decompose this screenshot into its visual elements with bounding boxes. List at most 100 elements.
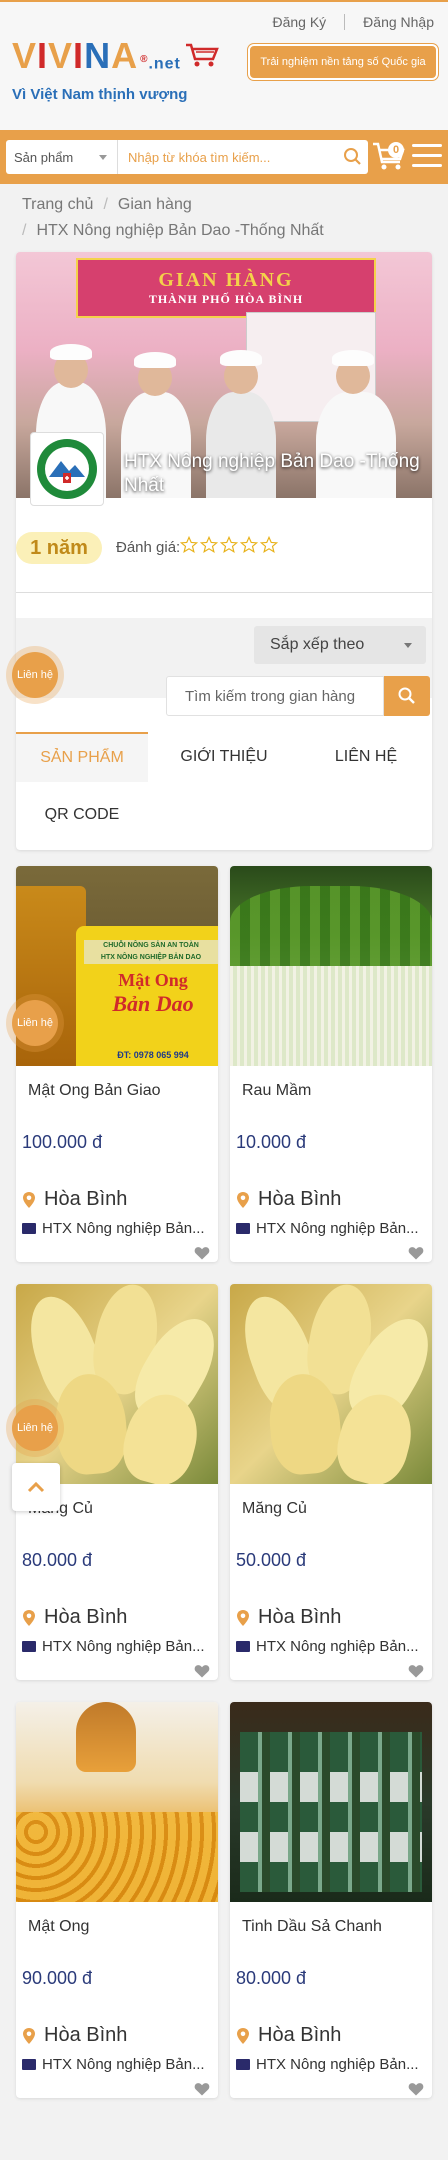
- tab-qr-code[interactable]: QR CODE: [16, 790, 148, 840]
- product-shop[interactable]: HTX Nông nghiệp Bản...: [22, 1220, 205, 1237]
- search-bar: Sản phẩm Nhập từ khóa tìm kiếm... 0: [0, 130, 448, 184]
- heart-icon[interactable]: [408, 1664, 424, 1678]
- product-name[interactable]: Mật Ong Bản Giao: [28, 1082, 161, 1100]
- product-shop[interactable]: HTX Nông nghiệp Bản...: [236, 1638, 419, 1655]
- scroll-to-top-button[interactable]: [12, 1463, 60, 1511]
- floating-contact-button[interactable]: Liên hệ: [12, 1405, 58, 1451]
- product-price: 90.000 đ: [22, 1968, 93, 1988]
- tab-about[interactable]: GIỚI THIỆU: [158, 732, 290, 782]
- star-icon: [200, 536, 218, 553]
- search-icon: [398, 687, 415, 704]
- search-box: Sản phẩm Nhập từ khóa tìm kiếm...: [6, 140, 368, 174]
- product-price: 80.000 đ: [22, 1550, 93, 1570]
- auth-divider: [344, 14, 346, 30]
- heart-icon[interactable]: [408, 1246, 424, 1260]
- national-platform-button[interactable]: Trải nghiệm nền tảng số Quốc gia: [248, 44, 438, 80]
- store-icon: [236, 1641, 250, 1652]
- product-card[interactable]: Tinh Dầu Sả Chanh 80.000 đ Hòa Bình HTX …: [230, 1702, 432, 2098]
- sort-select[interactable]: Sắp xếp theo: [254, 626, 426, 664]
- product-location: Hòa Bình: [236, 2024, 341, 2047]
- breadcrumb-current: HTX Nông nghiệp Bản Dao -Thống Nhất: [36, 222, 324, 239]
- product-price: 100.000 đ: [22, 1132, 103, 1152]
- login-link[interactable]: Đăng Nhập: [359, 14, 438, 30]
- product-location: Hòa Bình: [22, 2024, 127, 2047]
- heart-icon[interactable]: [194, 2082, 210, 2096]
- product-name[interactable]: Rau Mầm: [242, 1082, 311, 1100]
- map-pin-icon: [237, 1191, 249, 1208]
- map-pin-icon: [23, 2027, 35, 2044]
- logo-net: ®.net: [140, 53, 181, 72]
- banner-sign: GIAN HÀNG THÀNH PHỐ HÒA BÌNH: [76, 258, 376, 318]
- product-name[interactable]: Măng Củ: [242, 1500, 307, 1518]
- product-shop[interactable]: HTX Nông nghiệp Bản...: [22, 2056, 205, 2073]
- product-image: [16, 1284, 218, 1484]
- product-shop[interactable]: HTX Nông nghiệp Bản...: [236, 1220, 419, 1237]
- divider: [16, 592, 432, 593]
- chevron-down-icon: [404, 643, 412, 648]
- vivina-logo[interactable]: V I V I N A ®.net Vì Việt Nam thịnh vượn…: [12, 36, 219, 103]
- map-pin-icon: [23, 1191, 35, 1208]
- product-name[interactable]: Mật Ong: [28, 1918, 89, 1936]
- search-input[interactable]: Nhập từ khóa tìm kiếm...: [118, 150, 338, 165]
- product-price: 10.000 đ: [236, 1132, 307, 1152]
- product-location: Hòa Bình: [236, 1188, 341, 1211]
- star-icon: [180, 536, 198, 553]
- register-link[interactable]: Đăng Ký: [268, 14, 330, 30]
- shop-name: HTX Nông nghiệp Bản Dao -Thống Nhất: [124, 451, 420, 496]
- shop-search-button[interactable]: [384, 676, 430, 716]
- product-shop[interactable]: HTX Nông nghiệp Bản...: [236, 2056, 419, 2073]
- heart-icon[interactable]: [194, 1246, 210, 1260]
- logo-slogan: Vì Việt Nam thịnh vượng: [12, 86, 188, 103]
- product-location: Hòa Bình: [22, 1188, 127, 1211]
- chevron-down-icon: [99, 155, 107, 160]
- product-card[interactable]: Mật Ong 90.000 đ Hòa Bình HTX Nông nghiệ…: [16, 1702, 218, 2098]
- product-image: [230, 1284, 432, 1484]
- product-location: Hòa Bình: [236, 1606, 341, 1629]
- store-icon: [236, 1223, 250, 1234]
- shop-card: GIAN HÀNG THÀNH PHỐ HÒA BÌNH HTX Nông ng…: [16, 252, 432, 850]
- store-icon: [22, 2059, 36, 2070]
- product-card[interactable]: Rau Mầm 10.000 đ Hòa Bình HTX Nông nghiệ…: [230, 866, 432, 1262]
- category-select[interactable]: Sản phẩm: [6, 140, 118, 174]
- shop-search-input[interactable]: Tìm kiếm trong gian hàng: [166, 676, 384, 716]
- map-pin-icon: [23, 1609, 35, 1626]
- breadcrumb-section[interactable]: Gian hàng: [118, 196, 192, 213]
- store-icon: [22, 1641, 36, 1652]
- breadcrumb-home[interactable]: Trang chủ: [22, 196, 93, 213]
- rating-label: Đánh giá:: [116, 539, 181, 556]
- logo-cart-icon: [185, 36, 219, 67]
- cart-count-badge: 0: [388, 142, 404, 158]
- star-icon: [220, 536, 238, 553]
- search-icon[interactable]: [338, 142, 368, 172]
- hamburger-menu-icon[interactable]: [412, 144, 442, 170]
- chevron-up-icon: [27, 1481, 45, 1493]
- auth-links: Đăng Ký Đăng Nhập: [268, 14, 438, 30]
- shop-age-badge: 1 năm: [16, 532, 102, 564]
- product-card[interactable]: CHUỖI NÔNG SẢN AN TOÀN HTX NÔNG NGHIỆP BẢ…: [16, 866, 218, 1262]
- breadcrumb: Trang chủ / Gian hàng / HTX Nông nghiệp Bản…: [22, 196, 324, 239]
- shop-logo: [30, 432, 104, 506]
- product-price: 50.000 đ: [236, 1550, 307, 1570]
- product-card[interactable]: Măng Củ 50.000 đ Hòa Bình HTX Nông nghiệ…: [230, 1284, 432, 1680]
- product-image: [230, 1702, 432, 1902]
- map-pin-icon: [237, 1609, 249, 1626]
- store-icon: [236, 2059, 250, 2070]
- product-location: Hòa Bình: [22, 1606, 127, 1629]
- star-icon: [240, 536, 258, 553]
- product-shop[interactable]: HTX Nông nghiệp Bản...: [22, 1638, 205, 1655]
- tab-contact[interactable]: LIÊN HỆ: [300, 732, 432, 782]
- rating-stars: [180, 536, 280, 554]
- star-icon: [260, 536, 278, 553]
- top-header: Đăng Ký Đăng Nhập V I V I N A ®.net Vì V…: [0, 0, 448, 130]
- map-pin-icon: [237, 2027, 249, 2044]
- shop-tabs: SẢN PHẨM GIỚI THIỆU LIÊN HỆ QR CODE: [16, 732, 432, 850]
- floating-contact-button[interactable]: Liên hệ: [12, 1000, 58, 1046]
- heart-icon[interactable]: [408, 2082, 424, 2096]
- product-price: 80.000 đ: [236, 1968, 307, 1988]
- heart-icon[interactable]: [194, 1664, 210, 1678]
- product-name[interactable]: Tinh Dầu Sả Chanh: [242, 1918, 382, 1936]
- product-image: [230, 866, 432, 1066]
- floating-contact-button[interactable]: Liên hệ: [12, 652, 58, 698]
- tab-products[interactable]: SẢN PHẨM: [16, 732, 148, 782]
- product-image: [16, 1702, 218, 1902]
